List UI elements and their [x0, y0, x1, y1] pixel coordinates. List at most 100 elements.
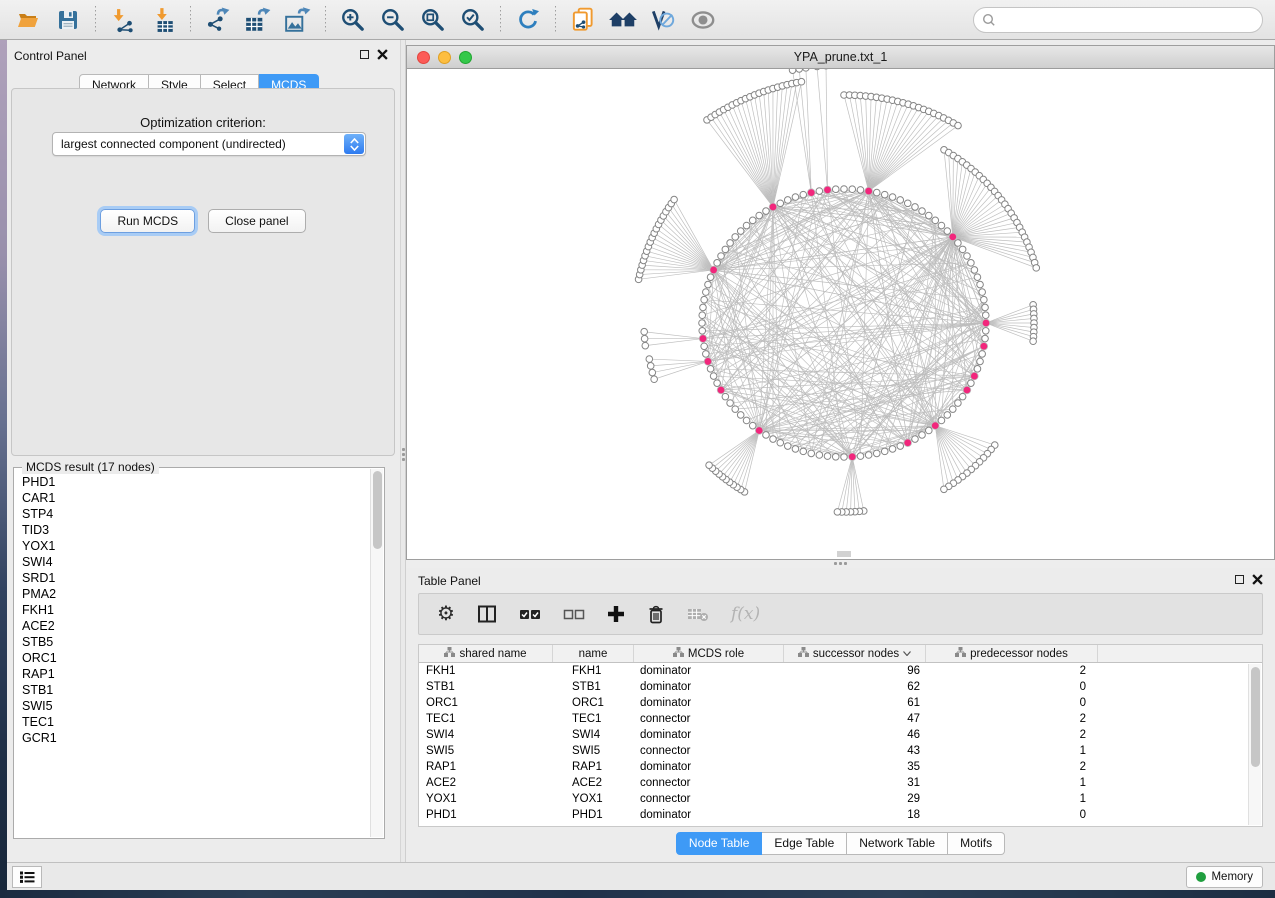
graph-node[interactable] — [912, 204, 919, 211]
table-cell[interactable]: STB1 — [553, 679, 634, 695]
table-cell[interactable]: PHD1 — [553, 807, 634, 823]
table-cell[interactable]: 2 — [926, 711, 1098, 727]
table-cell[interactable]: 2 — [926, 727, 1098, 743]
graph-node[interactable] — [977, 358, 984, 365]
graph-node[interactable] — [968, 380, 975, 387]
table-cell[interactable]: ORC1 — [553, 695, 634, 711]
graph-node[interactable] — [703, 351, 710, 358]
graph-node[interactable] — [743, 222, 750, 229]
table-cell[interactable]: ACE2 — [419, 775, 553, 791]
export-table-icon[interactable] — [238, 4, 278, 36]
graph-node[interactable] — [982, 335, 989, 342]
table-cell[interactable]: 29 — [784, 791, 926, 807]
graph-node[interactable] — [982, 312, 989, 319]
mcds-node-item[interactable]: ORC1 — [16, 650, 369, 666]
tab-network-table[interactable]: Network Table — [847, 832, 948, 855]
zoom-out-icon[interactable] — [373, 4, 413, 36]
graph-node[interactable] — [981, 296, 988, 303]
show-graphics-details-icon[interactable] — [683, 4, 723, 36]
graph-node[interactable] — [925, 212, 932, 219]
graph-node[interactable] — [784, 443, 791, 450]
close-panel-icon[interactable] — [1252, 574, 1263, 585]
graph-node[interactable] — [938, 417, 945, 424]
graph-node[interactable] — [784, 197, 791, 204]
graph-node[interactable] — [816, 188, 823, 195]
graph-node[interactable] — [792, 194, 799, 201]
graph-node[interactable] — [732, 406, 739, 413]
graph-node[interactable] — [979, 289, 986, 296]
table-cell[interactable]: ORC1 — [419, 695, 553, 711]
mcds-node-item[interactable]: RAP1 — [16, 666, 369, 682]
table-cell[interactable]: 1 — [926, 775, 1098, 791]
horizontal-splitter[interactable] — [406, 560, 1275, 568]
graph-node[interactable] — [701, 343, 708, 350]
graph-node[interactable] — [714, 260, 721, 267]
graph-node[interactable] — [749, 422, 756, 429]
graph-node-selected[interactable] — [963, 386, 971, 394]
graph-node-selected[interactable] — [807, 189, 815, 197]
graph-node[interactable] — [707, 274, 714, 281]
graph-node[interactable] — [800, 191, 807, 198]
graph-node[interactable] — [982, 327, 989, 334]
table-cell[interactable]: 0 — [926, 807, 1098, 823]
import-network-icon[interactable] — [103, 4, 143, 36]
table-cell[interactable]: 18 — [784, 807, 926, 823]
graph-node[interactable] — [651, 376, 658, 383]
select-all-icon[interactable] — [519, 607, 541, 621]
graph-node[interactable] — [743, 417, 750, 424]
table-cell[interactable]: dominator — [634, 807, 784, 823]
mcds-list-scrollbar[interactable] — [370, 469, 383, 837]
table-cell[interactable]: connector — [634, 791, 784, 807]
graph-node[interactable] — [971, 267, 978, 274]
mcds-node-item[interactable]: SWI4 — [16, 554, 369, 570]
graph-node[interactable] — [749, 217, 756, 224]
table-cell[interactable]: dominator — [634, 727, 784, 743]
export-image-icon[interactable] — [278, 4, 318, 36]
graph-node[interactable] — [832, 186, 839, 193]
table-row[interactable]: STB1STB1dominator620 — [419, 679, 1262, 695]
graph-node-selected[interactable] — [931, 422, 939, 430]
graph-node[interactable] — [727, 240, 734, 247]
graph-node[interactable] — [706, 462, 713, 469]
mcds-node-item[interactable]: STP4 — [16, 506, 369, 522]
graph-node[interactable] — [841, 454, 848, 461]
window-zoom-icon[interactable] — [459, 51, 472, 64]
graph-node[interactable] — [707, 366, 714, 373]
graph-node[interactable] — [710, 373, 717, 380]
graph-node[interactable] — [1033, 265, 1040, 272]
graph-node[interactable] — [968, 260, 975, 267]
table-row[interactable]: SWI4SWI4dominator462 — [419, 727, 1262, 743]
table-cell[interactable]: STB1 — [419, 679, 553, 695]
graph-node[interactable] — [646, 356, 653, 363]
graph-node[interactable] — [718, 253, 725, 260]
mcds-node-item[interactable]: PHD1 — [16, 474, 369, 490]
graph-node[interactable] — [974, 366, 981, 373]
tab-motifs[interactable]: Motifs — [948, 832, 1005, 855]
graph-node[interactable] — [816, 452, 823, 459]
zoom-selected-icon[interactable] — [453, 4, 493, 36]
column-header-name[interactable]: name — [553, 645, 634, 662]
graph-node[interactable] — [889, 446, 896, 453]
graph-node[interactable] — [944, 412, 951, 419]
table-cell[interactable]: 61 — [784, 695, 926, 711]
graph-node[interactable] — [700, 304, 707, 311]
table-options-icon[interactable]: ⚙ — [437, 604, 455, 624]
scrollbar-thumb[interactable] — [373, 471, 382, 549]
delete-column-icon[interactable] — [647, 604, 665, 624]
table-cell[interactable]: dominator — [634, 679, 784, 695]
graph-node[interactable] — [737, 228, 744, 235]
column-header-MCDS-role[interactable]: MCDS role — [634, 645, 784, 662]
apply-function-icon[interactable]: f(x) — [731, 604, 760, 624]
graph-node[interactable] — [641, 335, 648, 342]
graph-node[interactable] — [832, 453, 839, 460]
table-cell[interactable]: dominator — [634, 663, 784, 679]
table-row[interactable]: YOX1YOX1connector291 — [419, 791, 1262, 807]
graph-node[interactable] — [849, 186, 856, 193]
graph-node[interactable] — [904, 200, 911, 207]
graph-node[interactable] — [671, 196, 678, 203]
table-row[interactable]: TEC1TEC1connector472 — [419, 711, 1262, 727]
graph-node[interactable] — [865, 452, 872, 459]
table-cell[interactable]: 43 — [784, 743, 926, 759]
table-cell[interactable]: YOX1 — [553, 791, 634, 807]
table-cell[interactable]: 31 — [784, 775, 926, 791]
